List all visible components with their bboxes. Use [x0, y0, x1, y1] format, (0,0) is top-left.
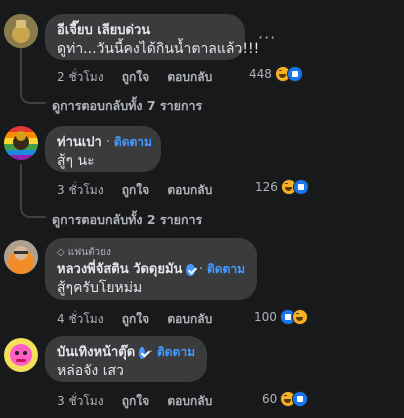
reaction-count: 448: [249, 67, 272, 81]
like-button[interactable]: ถูกใจ: [122, 183, 149, 197]
comment-time[interactable]: 2 ชั่วโมง: [57, 70, 104, 84]
like-button[interactable]: ถูกใจ: [122, 394, 149, 408]
comment-time[interactable]: 4 ชั่วโมง: [57, 312, 104, 326]
comment-actions: 2 ชั่วโมง ถูกใจ ตอบกลับ: [57, 68, 226, 87]
comment-time[interactable]: 3 ชั่วโมง: [57, 394, 104, 408]
follow-button[interactable]: ติดตาม: [157, 344, 195, 361]
avatar[interactable]: [4, 240, 38, 274]
like-reaction-icon: [292, 179, 309, 195]
haha-reaction-icon: [291, 309, 308, 325]
reaction-count: 126: [255, 180, 278, 194]
view-replies-link[interactable]: ดูการตอบกลับทั้ง 2 รายการ: [52, 210, 202, 230]
like-button[interactable]: ถูกใจ: [122, 70, 149, 84]
comment-bubble: อีเจี๊ยบ เลียบด่วน ดูท่า...วันนี้คงได้กิ…: [45, 14, 260, 60]
reply-button[interactable]: ตอบกลับ: [167, 312, 212, 326]
thread-connector: [20, 84, 46, 104]
comment-actions: 3 ชั่วโมง ถูกใจ ตอบกลับ: [57, 392, 226, 411]
more-options-icon[interactable]: ···: [258, 28, 276, 47]
like-reaction-icon: [292, 391, 309, 407]
reaction-summary[interactable]: 60: [262, 391, 309, 407]
reaction-count: 60: [262, 392, 278, 406]
comment-text: สู้ๆครับโยหม่ม: [57, 280, 143, 296]
follow-button[interactable]: ติดตาม: [207, 261, 245, 278]
like-button[interactable]: ถูกใจ: [122, 312, 149, 326]
comment-author-line: ท่านเปา · ติดตาม: [57, 134, 152, 151]
avatar[interactable]: [4, 14, 38, 48]
reaction-summary[interactable]: 126: [255, 179, 309, 195]
comment-time[interactable]: 3 ชั่วโมง: [57, 183, 104, 197]
comment-text: ดูท่า...วันนี้คงได้กินน้ำตาลแล้ว!!!: [57, 41, 260, 57]
comment-author-line: บันเทิงหน้าตุ๊ด · ติดตาม: [57, 344, 195, 361]
comment-actions: 4 ชั่วโมง ถูกใจ ตอบกลับ: [57, 310, 226, 329]
comment-author[interactable]: ท่านเปา: [57, 134, 102, 151]
comment-bubble: ◇ แฟนตัวยง หลวงพี่จัสติน วัดดุยมัน · ติด…: [45, 238, 257, 300]
reply-button[interactable]: ตอบกลับ: [167, 183, 212, 197]
thread-connector: [20, 198, 46, 218]
comment-actions: 3 ชั่วโมง ถูกใจ ตอบกลับ: [57, 181, 226, 200]
comments-panel: อีเจี๊ยบ เลียบด่วน ดูท่า...วันนี้คงได้กิ…: [0, 0, 404, 418]
comment-author-line: หลวงพี่จัสติน วัดดุยมัน · ติดตาม: [57, 261, 245, 278]
comment-bubble: ท่านเปา · ติดตาม สู้ๆ นะ: [45, 126, 161, 172]
thread-line: [20, 48, 22, 86]
comment-text: หล่อจัง เสว: [57, 363, 124, 379]
top-fan-badge: ◇ แฟนตัวยง: [57, 247, 111, 258]
reply-button[interactable]: ตอบกลับ: [167, 394, 212, 408]
avatar[interactable]: [4, 338, 38, 372]
view-replies-link[interactable]: ดูการตอบกลับทั้ง 7 รายการ: [52, 96, 202, 116]
follow-button[interactable]: ติดตาม: [114, 134, 152, 151]
avatar[interactable]: [4, 126, 38, 160]
reply-button[interactable]: ตอบกลับ: [167, 70, 212, 84]
separator-dot: ·: [198, 262, 203, 277]
comment-author[interactable]: หลวงพี่จัสติน วัดดุยมัน: [57, 261, 182, 278]
comment-author[interactable]: อีเจี๊ยบ เลียบด่วน: [57, 22, 233, 39]
comment-bubble: บันเทิงหน้าตุ๊ด · ติดตาม หล่อจัง เสว: [45, 336, 207, 382]
separator-dot: ·: [105, 135, 110, 150]
reaction-summary[interactable]: 448: [249, 66, 303, 82]
diamond-icon: ◇: [57, 247, 65, 258]
like-reaction-icon: [286, 66, 303, 82]
reaction-summary[interactable]: 100: [254, 309, 308, 325]
reaction-count: 100: [254, 310, 277, 324]
comment-text: สู้ๆ นะ: [57, 153, 95, 169]
thread-line: [20, 164, 22, 202]
verified-badge-icon: [139, 346, 145, 359]
verified-badge-icon: [186, 263, 195, 276]
comment-author[interactable]: บันเทิงหน้าตุ๊ด: [57, 344, 135, 361]
